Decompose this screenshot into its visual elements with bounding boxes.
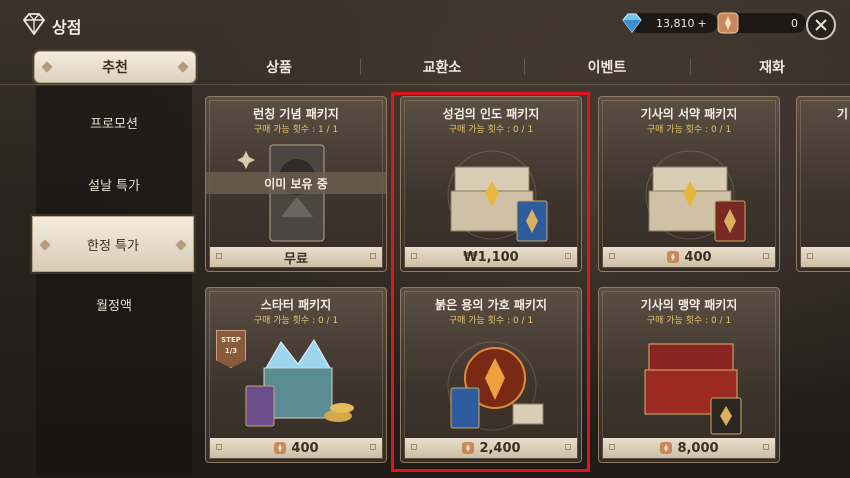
price-button[interactable]: 400 (210, 438, 382, 458)
sidebar-item-monthly[interactable]: 월정액 (36, 276, 192, 332)
red-chest-art (644, 343, 742, 435)
sidebar-item-limited-deal[interactable]: 한정 특가 (32, 216, 194, 272)
gold-currency[interactable]: 0 (716, 11, 806, 35)
tab-recommended[interactable]: 추천 (34, 51, 196, 83)
purchase-limit: 구매 가능 횟수 : 0 / 1 (253, 316, 339, 326)
tab-divider (690, 59, 691, 75)
tab-divider (524, 59, 525, 75)
card-title: 런칭 기념 패키지 (253, 107, 339, 121)
card-title: 기사의 맹약 패키지 (640, 298, 738, 312)
tab-events[interactable]: 이벤트 (532, 50, 682, 84)
gem-icon (622, 13, 642, 33)
package-card-partial[interactable]: 기 (796, 96, 850, 272)
price-corner (411, 444, 417, 450)
price-label: 400 (291, 440, 319, 456)
price-label: 2,400 (479, 440, 521, 456)
price-button[interactable]: 400 (603, 247, 775, 267)
price-corner (565, 444, 571, 450)
purchase-limit: 구매 가능 횟수 : 0 / 1 (646, 125, 732, 135)
gem-count: 13,810 (656, 16, 695, 30)
price-corner (216, 253, 222, 259)
gold-coin-icon (274, 442, 287, 454)
gem-currency[interactable]: 13,810 + (620, 11, 718, 35)
close-icon (815, 19, 827, 31)
treasure-chest-art (447, 150, 548, 242)
treasure-chest-art (645, 150, 746, 242)
price-button[interactable]: 무료 (210, 247, 382, 267)
price-corner (370, 444, 376, 450)
gold-coin-icon (462, 442, 475, 454)
package-card-knight-oath[interactable]: 기사의 서약 패키지 구매 가능 횟수 : 0 / 1 400 (598, 96, 780, 272)
package-card-holy-sword[interactable]: 성검의 인도 패키지 구매 가능 횟수 : 0 / 1 ₩1,100 (400, 96, 582, 272)
card-title: 기사의 서약 패키지 (640, 107, 738, 121)
card-title: 성검의 인도 패키지 (442, 107, 540, 121)
card-title: 기 (837, 107, 849, 121)
package-card-starter[interactable]: 스타터 패키지 구매 가능 횟수 : 0 / 1 STEP 1/3 400 (205, 287, 387, 463)
purchase-limit: 구매 가능 횟수 : 0 / 1 (448, 316, 534, 326)
purchase-limit: 구매 가능 횟수 : 1 / 1 (253, 125, 339, 135)
package-card-launch[interactable]: 런칭 기념 패키지 구매 가능 횟수 : 1 / 1 이미 보유 중 무료 (205, 96, 387, 272)
tab-currency[interactable]: 재화 (698, 50, 846, 84)
gold-count: 0 (791, 16, 798, 30)
card-title: 붉은 용의 가호 패키지 (435, 298, 547, 312)
sidebar-item-lunar-new-year[interactable]: 설날 특가 (36, 156, 192, 212)
gold-coin-icon (660, 442, 673, 454)
gold-coin-icon (717, 12, 739, 34)
price-label: 8,000 (677, 440, 719, 456)
tab-exchange[interactable]: 교환소 (368, 50, 516, 84)
price-button[interactable]: ₩1,100 (405, 247, 577, 267)
price-corner (370, 253, 376, 259)
tab-products[interactable]: 상품 (205, 50, 353, 84)
dragon-orb-art (447, 341, 544, 431)
price-label: 400 (684, 249, 712, 265)
owned-banner: 이미 보유 중 (206, 172, 386, 194)
price-label: 무료 (284, 251, 308, 267)
card-frame (800, 100, 850, 268)
sidebar-item-promotion[interactable]: 프로모션 (36, 94, 192, 150)
gem-chest-art (245, 339, 354, 427)
package-card-knight-pledge[interactable]: 기사의 맹약 패키지 구매 가능 횟수 : 0 / 1 8,000 (598, 287, 780, 463)
price-corner (411, 253, 417, 259)
price-corner (807, 253, 813, 259)
tab-divider (360, 59, 361, 75)
close-button[interactable] (806, 10, 836, 40)
price-button[interactable]: 2,400 (405, 438, 577, 458)
price-corner (565, 253, 571, 259)
price-label: ₩1,100 (463, 249, 519, 265)
purchase-limit: 구매 가능 횟수 : 0 / 1 (448, 125, 534, 135)
price-corner (216, 444, 222, 450)
purchase-limit: 구매 가능 횟수 : 0 / 1 (646, 316, 732, 326)
package-card-red-dragon[interactable]: 붉은 용의 가호 패키지 구매 가능 횟수 : 0 / 1 2,400 (400, 287, 582, 463)
price-button[interactable]: 8,000 (603, 438, 775, 458)
price-corner (609, 444, 615, 450)
top-bar: 상점 13,810 + 0 (0, 0, 850, 50)
page-title: 상점 (52, 18, 82, 37)
category-tabs: 추천 상품 교환소 이벤트 재화 (0, 50, 850, 86)
card-title: 스타터 패키지 (260, 298, 332, 312)
price-corner (609, 253, 615, 259)
price-button[interactable] (801, 247, 850, 267)
price-corner (763, 444, 769, 450)
price-corner (763, 253, 769, 259)
gold-coin-icon (667, 251, 680, 263)
sidebar: 프로모션 설날 특가 한정 특가 월정액 (32, 86, 194, 474)
diamond-shop-icon (22, 13, 46, 35)
gem-add-icon[interactable]: + (698, 17, 707, 30)
tabs-divider-line (0, 84, 850, 85)
